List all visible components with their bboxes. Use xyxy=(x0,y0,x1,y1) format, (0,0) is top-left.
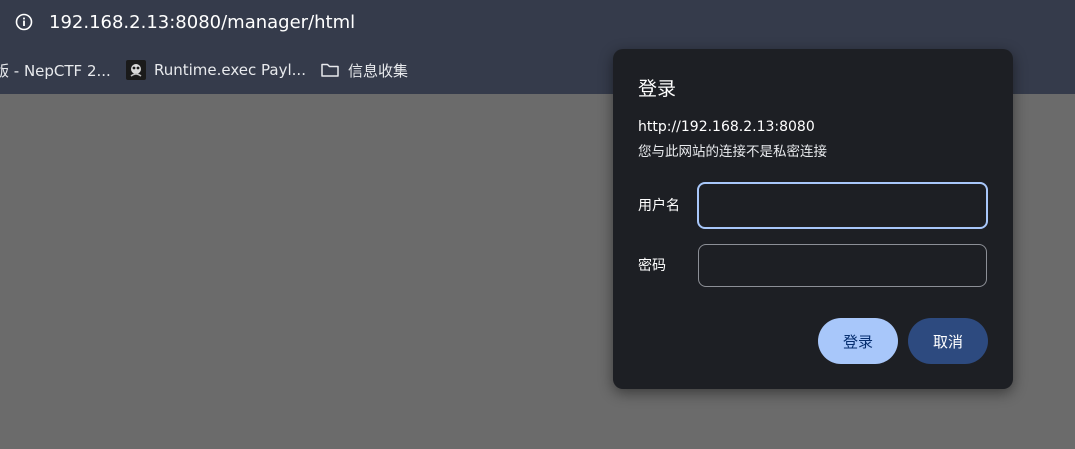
auth-dialog: 登录 http://192.168.2.13:8080 您与此网站的连接不是私密… xyxy=(613,49,1013,389)
dialog-title: 登录 xyxy=(638,78,677,100)
login-button[interactable]: 登录 xyxy=(818,318,898,364)
username-field[interactable] xyxy=(697,182,988,229)
connection-warning: 您与此网站的连接不是私密连接 xyxy=(638,144,827,160)
bookmark-runtime-exec[interactable]: Runtime.exec Payl... xyxy=(126,46,306,94)
bookmark-label: 信息收集 xyxy=(348,61,409,80)
login-button-label: 登录 xyxy=(842,332,873,351)
folder-icon xyxy=(321,63,339,77)
url-text[interactable]: 192.168.2.13:8080/manager/html xyxy=(49,11,355,35)
bookmark-label: 版 - NepCTF 2... xyxy=(0,61,111,80)
bookmark-folder-info[interactable]: 信息收集 xyxy=(320,46,408,94)
password-field[interactable] xyxy=(698,244,987,287)
bookmark-label: Runtime.exec Payl... xyxy=(154,61,306,79)
password-label: 密码 xyxy=(638,258,666,274)
address-bar[interactable]: 192.168.2.13:8080/manager/html xyxy=(0,0,1075,46)
bookmark-nepctf[interactable]: 版 - NepCTF 2... xyxy=(0,46,111,94)
favicon-image xyxy=(126,60,146,80)
info-icon[interactable] xyxy=(14,12,34,32)
cancel-button-label: 取消 xyxy=(932,332,963,351)
cancel-button[interactable]: 取消 xyxy=(908,318,988,364)
username-label: 用户名 xyxy=(638,198,680,214)
dialog-origin: http://192.168.2.13:8080 xyxy=(638,119,815,135)
